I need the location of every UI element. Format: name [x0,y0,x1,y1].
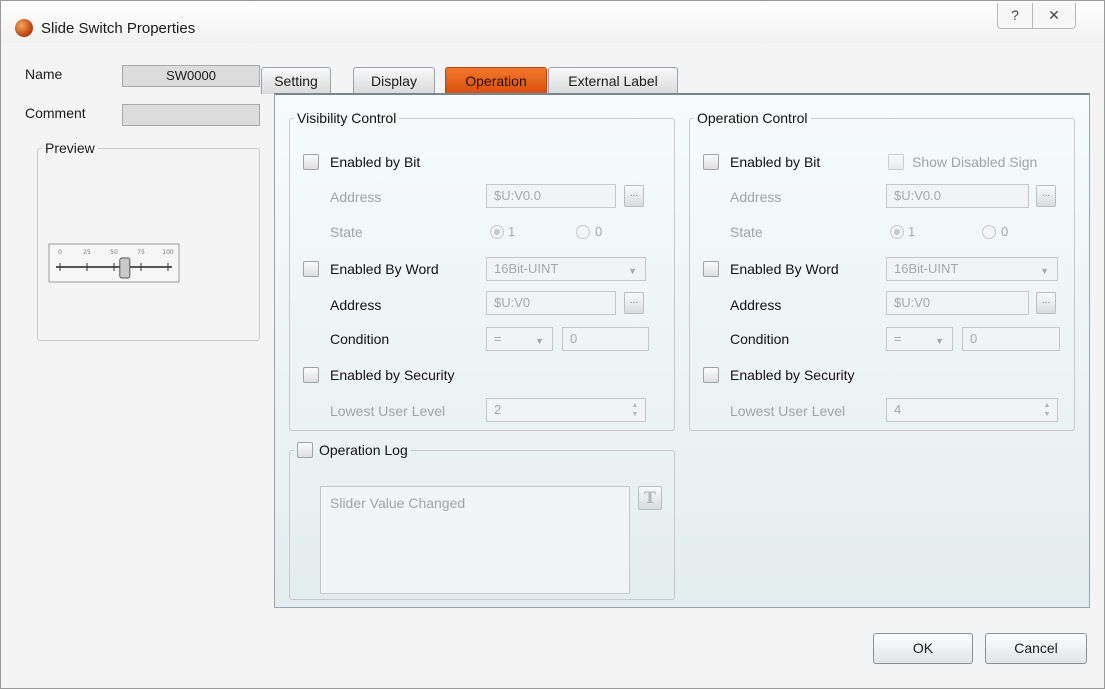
operation-log-checkbox[interactable] [297,442,313,458]
operation-enabled-by-word-label: Enabled By Word [730,261,839,277]
visibility-bit-address-browse-button[interactable]: ... [624,185,644,207]
help-button[interactable]: ? [997,3,1033,29]
operation-bit-address-input[interactable]: $U:V0.0 [886,184,1029,208]
comment-field [122,104,260,126]
preview-legend: Preview [45,140,95,156]
operation-word-type-select[interactable]: 16Bit-UINT ▼ [886,257,1058,281]
operation-bit-address-browse-button[interactable]: ... [1036,185,1056,207]
name-field: SW0000 [122,65,260,87]
visibility-lowest-user-level-label: Lowest User Level [330,403,446,419]
operation-log-text-area[interactable]: Slider Value Changed [320,486,630,594]
visibility-condition-label: Condition [330,331,390,347]
visibility-lowest-user-level-value: 2 [494,402,502,417]
text-format-button[interactable]: T [638,486,662,510]
preview-tick-label: 100 [162,249,174,256]
visibility-enabled-by-security-checkbox[interactable] [303,367,319,383]
operation-enabled-by-word-checkbox[interactable] [703,261,719,277]
visibility-enabled-by-word-label: Enabled By Word [330,261,439,277]
tab-display[interactable]: Display [353,67,435,94]
show-disabled-sign-checkbox[interactable] [888,154,904,170]
operation-state-0-radio[interactable] [982,225,996,239]
visibility-control-group: Visibility Control Enabled by Bit Addres… [289,111,675,431]
operation-log-group: Operation Log Slider Value Changed T [289,442,675,600]
preview-tick-label: 0 [58,249,62,256]
chevron-down-icon: ▼ [628,266,637,276]
visibility-state-0-label: 0 [595,224,603,239]
show-disabled-sign-label: Show Disabled Sign [912,154,1038,170]
visibility-bit-address-label: Address [330,189,382,205]
visibility-word-type-value: 16Bit-UINT [494,261,559,276]
visibility-word-address-label: Address [330,297,382,313]
operation-state-1-radio[interactable] [890,225,904,239]
preview-tick-label: 50 [110,249,118,256]
operation-enabled-by-security-checkbox[interactable] [703,367,719,383]
operation-condition-value-input[interactable]: 0 [962,327,1060,351]
operation-control-legend: Operation Control [697,110,808,126]
chevron-down-icon: ▼ [1040,266,1049,276]
visibility-enabled-by-security-label: Enabled by Security [330,367,455,383]
operation-lowest-user-level-label: Lowest User Level [730,403,846,419]
title-bar: Slide Switch Properties ? ✕ [1,1,1104,43]
comment-label: Comment [25,105,86,121]
operation-enabled-by-bit-label: Enabled by Bit [730,154,821,170]
visibility-word-address-browse-button[interactable]: ... [624,292,644,314]
tab-operation[interactable]: Operation [445,67,547,94]
operation-word-address-browse-button[interactable]: ... [1036,292,1056,314]
visibility-condition-operator-select[interactable]: = ▼ [486,327,553,351]
operation-state-label: State [730,224,763,240]
spin-down-icon[interactable]: ▼ [1043,411,1051,419]
preview-tick-label: 25 [83,249,91,256]
tab-setting[interactable]: Setting [261,67,331,94]
name-label: Name [25,66,63,82]
operation-control-group: Operation Control Enabled by Bit Show Di… [689,111,1075,431]
app-icon [15,19,33,37]
preview-tick-label: 75 [137,249,145,256]
preview-group: Preview 0 25 50 75 100 [37,141,260,341]
visibility-control-legend: Visibility Control [297,110,397,126]
close-button[interactable]: ✕ [1032,3,1076,29]
operation-tab-panel: Visibility Control Enabled by Bit Addres… [274,93,1090,608]
chevron-down-icon: ▼ [535,336,544,346]
chevron-down-icon: ▼ [935,336,944,346]
operation-bit-address-label: Address [730,189,782,205]
operation-condition-operator-value: = [894,331,902,346]
visibility-bit-address-input[interactable]: $U:V0.0 [486,184,616,208]
window-title: Slide Switch Properties [41,20,196,37]
operation-log-legend: Operation Log [294,442,411,458]
ok-button[interactable]: OK [873,633,973,664]
operation-log-label: Operation Log [319,442,408,458]
operation-lowest-user-level-value: 4 [894,402,902,417]
operation-condition-operator-select[interactable]: = ▼ [886,327,953,351]
visibility-enabled-by-bit-label: Enabled by Bit [330,154,421,170]
visibility-condition-value-input[interactable]: 0 [562,327,649,351]
operation-lowest-user-level-spinner[interactable]: 4 ▲ ▼ [886,398,1058,422]
spin-down-icon[interactable]: ▼ [631,411,639,419]
visibility-lowest-user-level-spinner[interactable]: 2 ▲ ▼ [486,398,646,422]
operation-word-address-input[interactable]: $U:V0 [886,291,1029,315]
operation-word-type-value: 16Bit-UINT [894,261,959,276]
visibility-enabled-by-bit-checkbox[interactable] [303,154,319,170]
cancel-button[interactable]: Cancel [985,633,1087,664]
operation-condition-label: Condition [730,331,790,347]
operation-enabled-by-security-label: Enabled by Security [730,367,855,383]
visibility-state-label: State [330,224,363,240]
slide-switch-preview: 0 25 50 75 100 [48,243,180,283]
spin-up-icon[interactable]: ▲ [1043,402,1051,410]
operation-state-0-label: 0 [1001,224,1009,239]
preview-knob [119,257,131,279]
operation-enabled-by-bit-checkbox[interactable] [703,154,719,170]
tab-external-label[interactable]: External Label [548,67,678,94]
visibility-word-address-input[interactable]: $U:V0 [486,291,616,315]
visibility-state-1-radio[interactable] [490,225,504,239]
visibility-condition-operator-value: = [494,331,502,346]
visibility-state-0-radio[interactable] [576,225,590,239]
visibility-enabled-by-word-checkbox[interactable] [303,261,319,277]
spin-up-icon[interactable]: ▲ [631,402,639,410]
properties-dialog: Slide Switch Properties ? ✕ Name SW0000 … [0,0,1105,689]
visibility-word-type-select[interactable]: 16Bit-UINT ▼ [486,257,646,281]
visibility-state-1-label: 1 [508,224,516,239]
operation-word-address-label: Address [730,297,782,313]
operation-state-1-label: 1 [908,224,916,239]
